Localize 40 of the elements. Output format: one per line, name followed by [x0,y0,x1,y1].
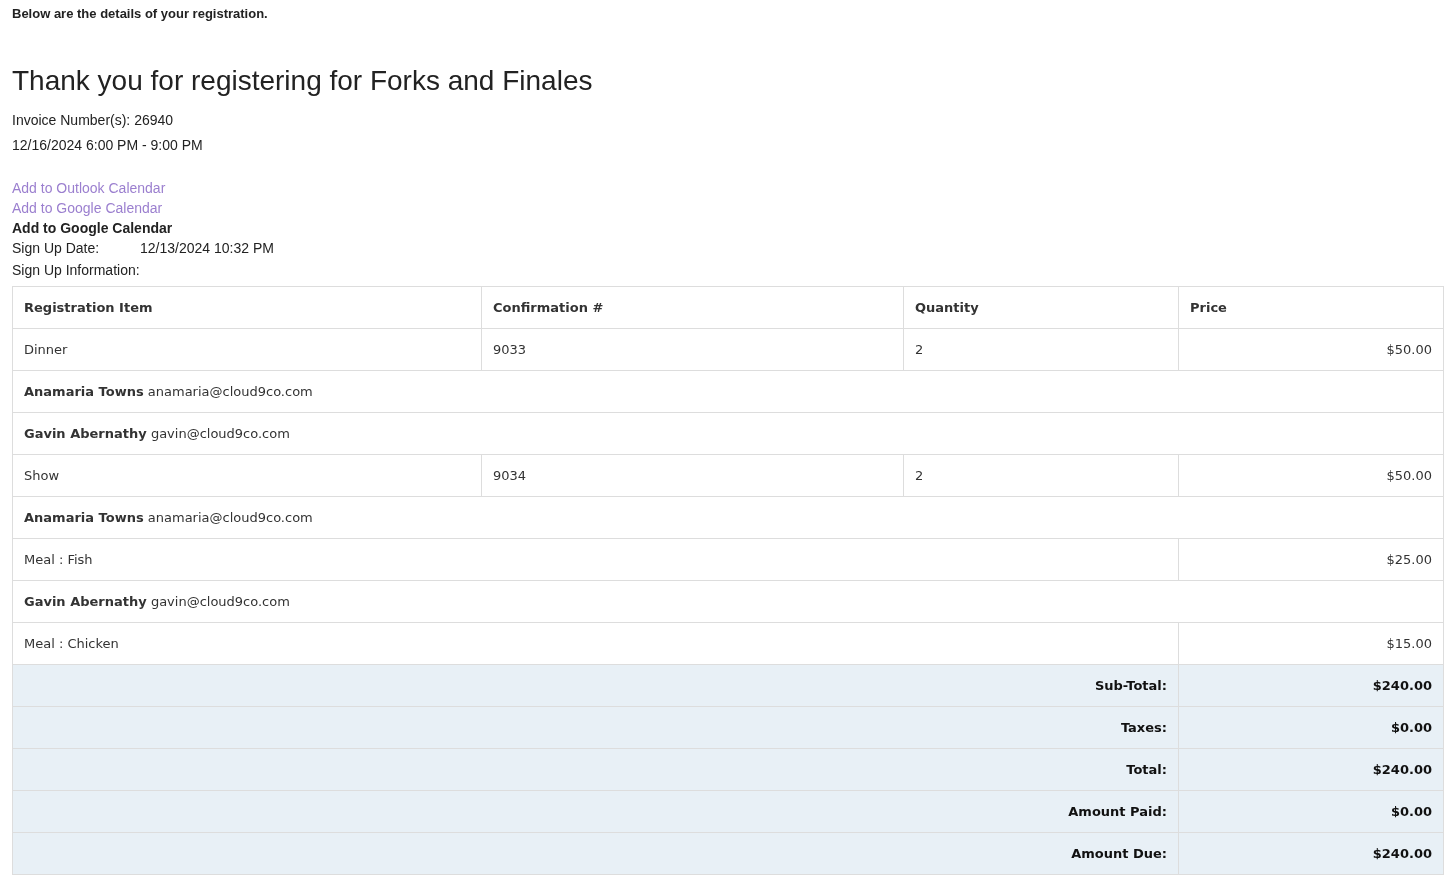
invoice-number: Invoice Number(s): 26940 [12,111,175,130]
table-cell: $15.00 [1178,622,1444,665]
sign-up-date-label: Sign Up Date: [12,239,101,258]
attendee-cell: Anamaria Towns anamaria@cloud9co.com [12,370,1444,413]
table-cell: $25.00 [1178,538,1444,581]
total-label: Taxes: [12,706,1179,749]
column-header: Price [1178,286,1444,329]
total-value: $240.00 [1178,748,1444,791]
total-label: Sub-Total: [12,664,1179,707]
attendee-cell: Gavin Abernathy gavin@cloud9co.com [12,412,1444,455]
table-cell: Dinner [12,328,482,371]
table-cell: $50.00 [1178,454,1444,497]
table-cell: 9033 [481,328,904,371]
table-cell: 9034 [481,454,904,497]
attendee-cell: Anamaria Towns anamaria@cloud9co.com [12,496,1444,539]
total-value: $0.00 [1178,790,1444,833]
page-heading: Thank you for registering for Forks and Finales [12,64,594,98]
total-value: $240.00 [1178,664,1444,707]
calendar-link[interactable]: Add to Google Calendar [12,198,163,218]
table-cell: Meal : Fish [12,538,1179,581]
total-label: Amount Paid: [12,790,1179,833]
table-cell: Show [12,454,482,497]
column-header: Registration Item [12,286,482,329]
total-label: Total: [12,748,1179,791]
calendar-heading: Add to Google Calendar [12,219,173,238]
sign-up-date-value: 12/13/2024 10:32 PM [140,239,274,258]
attendee-cell: Gavin Abernathy gavin@cloud9co.com [12,580,1444,623]
sign-up-info-label: Sign Up Information: [12,261,141,280]
total-value: $0.00 [1178,706,1444,749]
calendar-link[interactable]: Add to Outlook Calendar [12,178,166,198]
column-header: Quantity [903,286,1179,329]
table-cell: 2 [903,328,1179,371]
event-time: 12/16/2024 6:00 PM - 9:00 PM [12,136,204,155]
table-cell: $50.00 [1178,328,1444,371]
table-cell: 2 [903,454,1179,497]
intro-text: Below are the details of your registration. [12,6,269,22]
column-header: Confirmation # [481,286,904,329]
total-label: Amount Due: [12,832,1179,875]
table-cell: Meal : Chicken [12,622,1179,665]
total-value: $240.00 [1178,832,1444,875]
